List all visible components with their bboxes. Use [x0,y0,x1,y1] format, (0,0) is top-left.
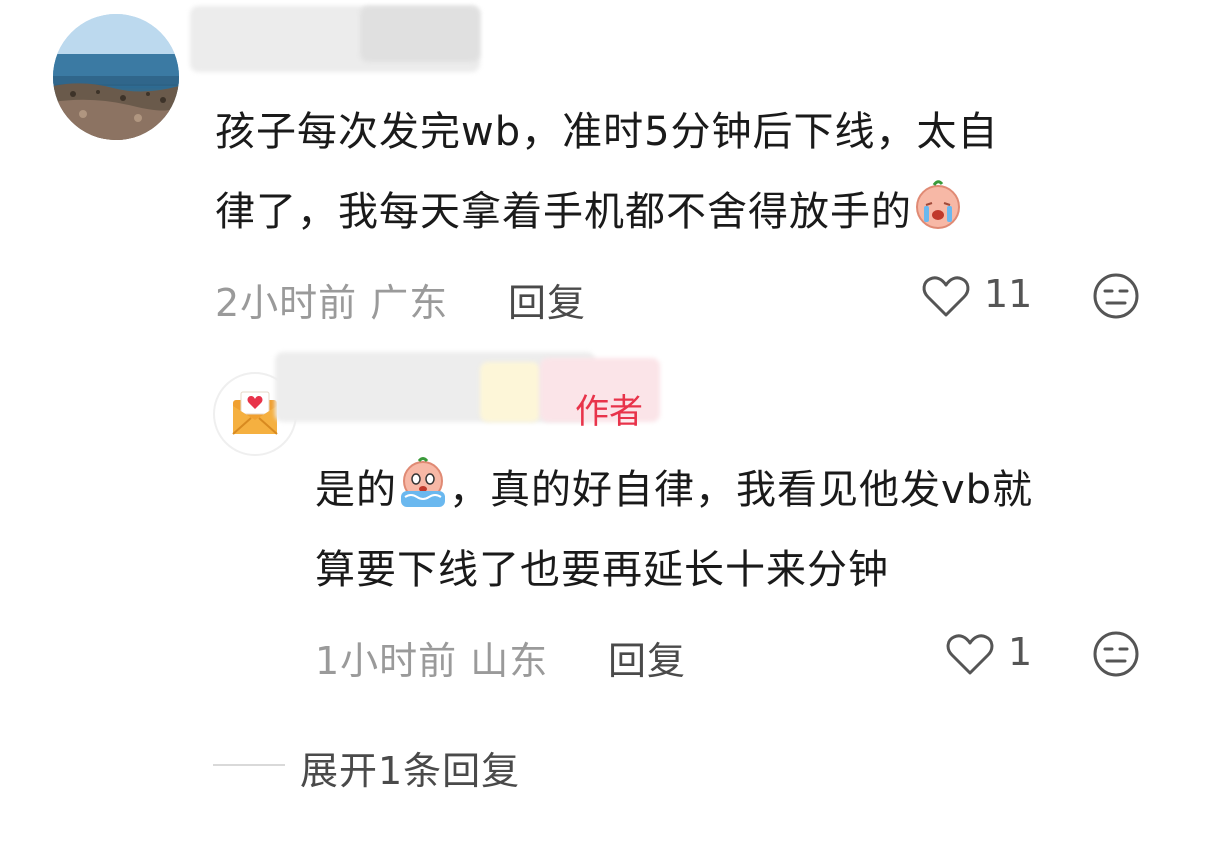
comment-time: 1小时前 [315,639,458,683]
seaside-photo [53,14,179,140]
like-count: 1 [1008,630,1033,674]
comment-time: 2小时前 [215,281,358,325]
comment-line-2: 算要下线了也要再延长十来分钟 [315,547,889,593]
expand-replies-button[interactable]: 展开1条回复 [300,740,520,795]
meh-face-icon [1093,273,1139,319]
reply-button[interactable]: 回复 [508,272,586,327]
comment-text: 是的 ，真的好自律，我看见他发vb就 算要下线了也要再延长十来分钟 [315,450,1033,610]
author-badge: 作者 [575,392,643,430]
comment-meta: 1小时前 山东 [315,630,548,685]
like-button[interactable] [920,270,972,326]
comment-line-2: 律了，我每天拿着手机都不舍得放手的 [215,172,999,252]
avatar[interactable] [53,14,179,140]
blurred-username-segment [480,362,540,422]
crying-face-emoji-icon [401,457,445,507]
crying-face-emoji-icon [916,180,960,229]
dislike-button[interactable] [1092,630,1140,682]
like-button[interactable] [944,628,996,684]
comment-meta: 2小时前 广东 [215,272,448,327]
dislike-button[interactable] [1092,272,1140,324]
meh-face-icon [1093,631,1139,677]
comment-text: 孩子每次发完wb，准时5分钟后下线，太自 律了，我每天拿着手机都不舍得放手的 [215,92,999,252]
reply-button[interactable]: 回复 [608,630,686,685]
comment-line-1: 孩子每次发完wb，准时5分钟后下线，太自 [215,109,999,155]
comment-line-1: 是的 ，真的好自律，我看见他发vb就 [315,450,1033,530]
heart-outline-icon [922,276,970,317]
expand-divider [213,764,285,766]
comment-location: 广东 [370,281,449,325]
like-count: 11 [984,272,1033,316]
blurred-username-segment [360,6,480,62]
heart-outline-icon [946,634,994,675]
comment-location: 山东 [470,639,549,683]
